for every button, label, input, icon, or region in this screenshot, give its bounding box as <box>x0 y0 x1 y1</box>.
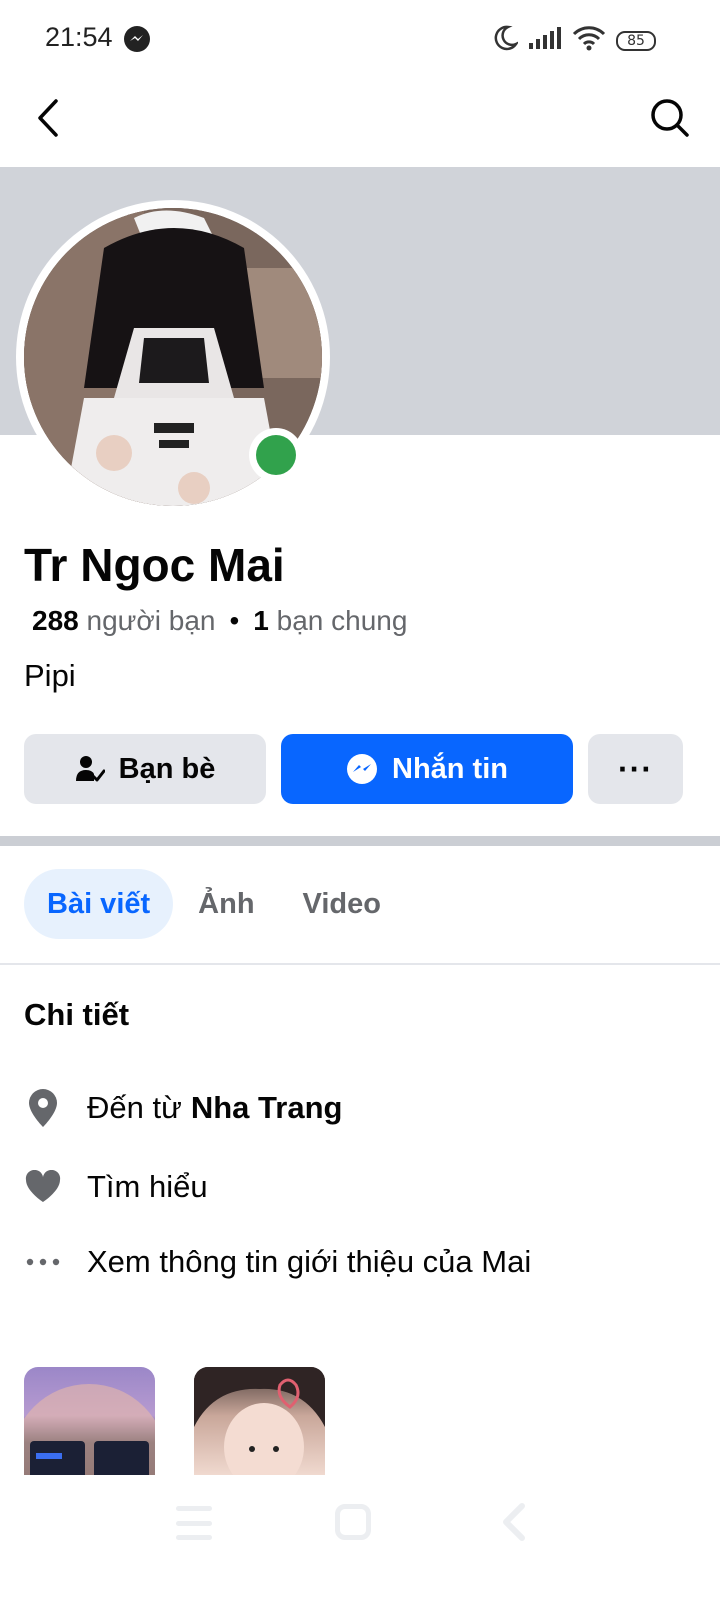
profile-bio: Pipi <box>24 658 76 693</box>
separator-dot: • <box>229 605 240 636</box>
status-time: 21:54 <box>45 22 113 52</box>
hometown-place[interactable]: Nha Trang <box>191 1090 343 1126</box>
tab-posts[interactable]: Bài viết <box>24 869 174 939</box>
more-options-button[interactable]: ··· <box>588 734 683 804</box>
heart-icon <box>24 1165 62 1209</box>
location-pin-icon <box>24 1086 62 1130</box>
mutual-count: 1 <box>253 605 269 636</box>
tabs-divider <box>0 963 720 965</box>
featured-thumbnail[interactable] <box>194 1367 325 1475</box>
friends-label: người bạn <box>86 605 216 636</box>
back-arrow-icon <box>38 99 58 137</box>
search-icon <box>651 99 689 137</box>
detail-hometown: Đến từ Nha Trang <box>24 1086 342 1130</box>
signal-icon <box>528 26 562 55</box>
friends-count: 288 <box>32 605 79 636</box>
online-status-indicator <box>249 428 303 482</box>
wifi-icon <box>572 25 606 56</box>
status-bar: 21:54 85 <box>0 0 720 78</box>
moon-icon <box>492 24 520 57</box>
more-icon: ··· <box>618 750 653 787</box>
home-icon[interactable] <box>335 1504 371 1540</box>
status-icons: 85 <box>492 24 656 57</box>
menu-icon[interactable] <box>176 1506 212 1540</box>
profile-tabs: Bài viết Ảnh Video <box>24 869 406 939</box>
friends-summary[interactable]: 288 người bạn • 1 bạn chung <box>32 605 407 637</box>
section-divider <box>0 836 720 846</box>
friends-button-label: Bạn bè <box>118 752 216 785</box>
battery-icon: 85 <box>616 30 656 51</box>
see-about-text: Xem thông tin giới thiệu của Mai <box>87 1244 532 1279</box>
looking-for-text: Tìm hiểu <box>87 1169 208 1204</box>
more-dots-icon <box>24 1240 62 1284</box>
mutual-label: bạn chung <box>276 605 408 636</box>
featured-thumbnail[interactable] <box>24 1367 155 1475</box>
back-button[interactable] <box>26 94 70 142</box>
tab-videos[interactable]: Video <box>280 869 404 939</box>
back-icon[interactable] <box>498 1502 528 1542</box>
top-nav <box>0 78 720 166</box>
detail-see-about[interactable]: Xem thông tin giới thiệu của Mai <box>24 1240 531 1284</box>
message-button-label: Nhắn tin <box>392 752 508 785</box>
details-title: Chi tiết <box>24 997 130 1032</box>
friend-check-icon <box>75 756 105 782</box>
tab-photos[interactable]: Ảnh <box>175 869 277 939</box>
search-button[interactable] <box>646 94 694 142</box>
profile-name: Tr Ngoc Mai <box>24 539 285 591</box>
messenger-icon <box>124 26 150 52</box>
hometown-prefix: Đến từ <box>87 1090 182 1125</box>
detail-looking-for: Tìm hiểu <box>24 1165 208 1209</box>
system-navigation-bar <box>0 1476 720 1600</box>
messenger-icon <box>347 754 377 784</box>
message-button[interactable]: Nhắn tin <box>281 734 573 804</box>
friends-button[interactable]: Bạn bè <box>24 734 266 804</box>
